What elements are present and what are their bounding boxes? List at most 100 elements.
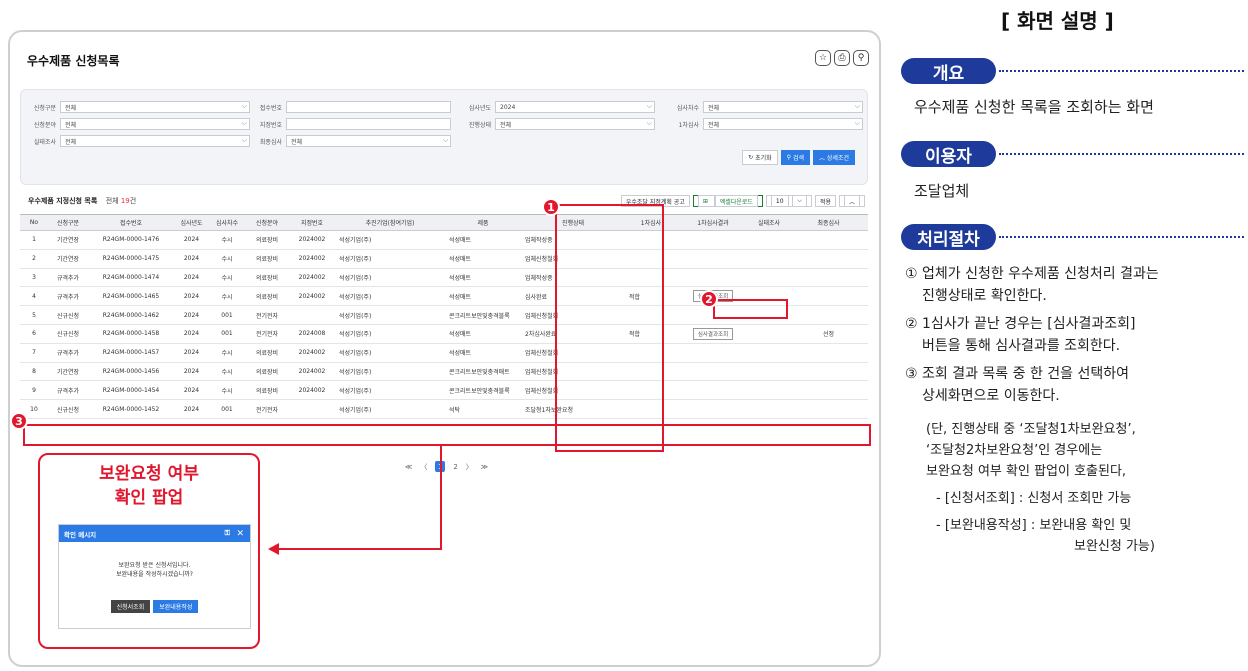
- apply-button[interactable]: 적용: [814, 195, 836, 207]
- dialog-message-line1: 보완요청 받은 신청서입니다.: [118, 562, 191, 569]
- column-header[interactable]: 추진기업(참여기업): [335, 214, 445, 231]
- cell-insp: [749, 399, 789, 419]
- cell-product: 콘크리트보안및충격블록: [445, 305, 521, 325]
- close-icon[interactable]: ✕: [236, 529, 244, 539]
- title-toolbar: ☆ ⎙ ⚲: [815, 50, 869, 66]
- review-result-button[interactable]: 심사결과조회: [692, 327, 734, 340]
- cell-year: 2024: [174, 286, 209, 307]
- dotted-divider: [999, 236, 1244, 238]
- column-header[interactable]: 심사차수: [209, 214, 245, 231]
- collapse-button[interactable]: ︿: [838, 195, 865, 207]
- first-review-value: 전체: [708, 121, 720, 129]
- review-round-select[interactable]: 전체 ⌵: [703, 101, 863, 113]
- designation-no-label: 지정번호: [259, 121, 282, 129]
- cell-company: 석성기업(주): [335, 343, 445, 363]
- cell-type: 신규신청: [48, 324, 88, 344]
- result-button-highlight: [713, 299, 788, 319]
- search-icon[interactable]: ⚲: [853, 50, 869, 66]
- cell-company: 석성기업(주): [335, 268, 445, 288]
- page-size-select[interactable]: 10 ⌵: [765, 195, 812, 207]
- apply-type-select[interactable]: 전체 ⌵: [60, 101, 250, 113]
- cell-no: 2: [20, 249, 48, 269]
- cell-receipt: R24GM-0000-1475: [88, 249, 174, 269]
- cell-company: 석성기업(주): [335, 380, 445, 401]
- next-page-button[interactable]: 〉: [466, 462, 473, 472]
- prev-page-button[interactable]: 〈: [420, 462, 427, 472]
- excel-download-button[interactable]: ⊞ 엑셀다운로드: [692, 195, 763, 207]
- detail-condition-button[interactable]: ︿ 상세조건: [812, 150, 855, 165]
- cell-round: 001: [209, 305, 245, 325]
- cell-final: [789, 343, 868, 363]
- designation-no-input[interactable]: [286, 118, 451, 130]
- cell-final: [789, 380, 868, 401]
- note-6: 보완신청 가능): [1074, 539, 1155, 554]
- column-header[interactable]: 신청분야: [245, 214, 289, 231]
- cell-company: 석성기업(주): [335, 362, 445, 382]
- first-page-button[interactable]: ≪: [405, 463, 412, 471]
- view-application-button[interactable]: 신청서조회: [110, 600, 151, 613]
- cell-year: 2024: [174, 399, 209, 419]
- table-row[interactable]: 9 규격추가 R24GM-0000-1454 2024 수시 의료장비 2024002 석성기…: [20, 380, 868, 401]
- step-2b: 버튼을 통해 심사결과를 조회한다.: [922, 338, 1121, 354]
- step-1b: 진행상태로 확인한다.: [922, 288, 1047, 304]
- print-icon[interactable]: ⎙: [834, 50, 850, 66]
- table-row[interactable]: 10 신규신청 R24GM-0000-1452 2024 001 전기전자 석성기업(주) 석…: [20, 399, 868, 419]
- final-review-select[interactable]: 전체 ⌵: [286, 135, 451, 147]
- column-header[interactable]: 심사년도: [174, 214, 209, 231]
- receipt-no-input[interactable]: [286, 101, 451, 113]
- cell-receipt: R24GM-0000-1457: [88, 343, 174, 363]
- cell-field: 전기전자: [245, 399, 289, 419]
- first-review-label: 1차심사: [678, 121, 699, 129]
- search-button[interactable]: ⚲ 검색: [780, 150, 810, 165]
- page-2-button[interactable]: 2: [453, 463, 457, 471]
- column-header[interactable]: 최종심사: [789, 214, 868, 231]
- list-count: 전체 19건: [106, 197, 137, 205]
- progress-select[interactable]: 전체 ⌵: [495, 118, 655, 130]
- cell-round: 수시: [209, 249, 245, 269]
- column-header[interactable]: 실태조사: [749, 214, 789, 231]
- reset-button[interactable]: ↻ 초기화: [742, 150, 778, 165]
- popup-heading-2: 확인 팝업: [114, 488, 184, 508]
- last-page-button[interactable]: ≫: [481, 463, 488, 471]
- apply-field-select[interactable]: 전체 ⌵: [60, 118, 250, 130]
- column-header[interactable]: 제품: [445, 214, 521, 231]
- pagination: ≪ 〈 1 2 〉 ≫: [405, 461, 488, 472]
- column-header[interactable]: 신청구분: [48, 214, 88, 231]
- cell-field: 의료장비: [245, 362, 289, 382]
- cell-result: [677, 268, 749, 288]
- review-year-select[interactable]: 2024 ⌵: [495, 101, 655, 113]
- inspection-select[interactable]: 전체 ⌵: [60, 135, 250, 147]
- cell-final: 선정: [789, 324, 868, 344]
- cell-desig: 2024002: [289, 380, 335, 401]
- list-title: 우수제품 지정신청 목록 전체 19건: [28, 196, 136, 206]
- cell-field: 의료장비: [245, 249, 289, 269]
- cell-round: 수시: [209, 286, 245, 307]
- search-panel: 신청구분 전체 ⌵ 접수번호 심사년도 2024 ⌵ 심사차수 전체 ⌵ 신청분야 전…: [20, 89, 868, 185]
- detail-label: 상세조건: [826, 155, 849, 162]
- column-header[interactable]: 1차심사결과: [677, 214, 749, 231]
- user-text: 조달업체: [914, 182, 970, 200]
- first-review-select[interactable]: 전체 ⌵: [703, 118, 863, 130]
- step-1a: ① 업체가 신청한 우수제품 신청처리 결과는: [905, 266, 1159, 282]
- star-icon[interactable]: ☆: [815, 50, 831, 66]
- process-label: 처리절차: [901, 224, 996, 250]
- column-header[interactable]: 지정번호: [289, 214, 335, 231]
- column-header[interactable]: No: [20, 214, 48, 231]
- table-row[interactable]: 8 기간연장 R24GM-0000-1456 2024 수시 의료장비 2024002 석성기…: [20, 362, 868, 382]
- count-value: 19: [120, 197, 130, 205]
- column-header[interactable]: 접수번호: [88, 214, 174, 231]
- table-row[interactable]: 3 규격추가 R24GM-0000-1474 2024 수시 의료장비 2024002 석성기…: [20, 268, 868, 288]
- cell-field: 의료장비: [245, 230, 289, 250]
- cell-type: 규격추가: [48, 286, 88, 307]
- table-row[interactable]: 1 기간연장 R24GM-0000-1476 2024 수시 의료장비 2024002 석성기…: [20, 230, 868, 250]
- note-1: (단, 진행상태 중 ‘조달청1차보완요청’,: [926, 422, 1136, 437]
- table-row[interactable]: 2 기간연장 R24GM-0000-1475 2024 수시 의료장비 2024002 석성기…: [20, 249, 868, 269]
- arrow-head-icon: [268, 543, 279, 555]
- page-size-value: 10: [770, 195, 789, 207]
- badge-2: 2: [700, 290, 718, 308]
- key-icon: ⚿: [224, 529, 230, 537]
- table-row[interactable]: 6 신규신청 R24GM-0000-1458 2024 001 전기전자 2024008 석성…: [20, 324, 868, 344]
- write-supplement-button[interactable]: 보완내용작성: [153, 600, 199, 613]
- table-row[interactable]: 7 규격추가 R24GM-0000-1457 2024 수시 의료장비 2024002 석성기…: [20, 343, 868, 363]
- cell-receipt: R24GM-0000-1452: [88, 399, 174, 419]
